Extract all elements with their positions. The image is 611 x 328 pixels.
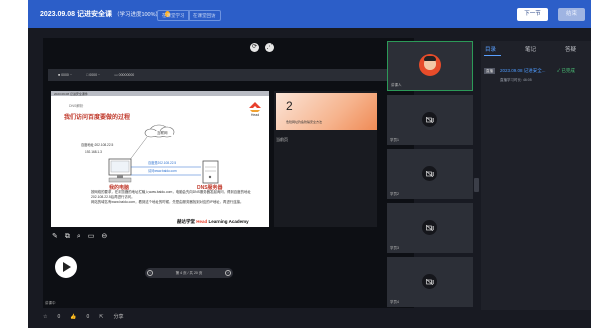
camera-off-icon [422,220,437,235]
end-button[interactable]: 结束 [558,8,585,21]
share-icon[interactable]: ⋰ [265,43,274,52]
participant-name: 学员4 [390,300,399,304]
live-duration: 直播学习时长: 46:05 [500,78,532,82]
bottom-bar: ☆ 0 👍 0 ⇱ 分享 [43,313,124,321]
search-icon[interactable]: ⌕ [77,233,81,241]
participant-tile[interactable]: 学员3 [387,203,473,253]
share-label[interactable]: 分享 [113,313,123,320]
participant-name: 学员1 [390,138,399,142]
right-panel: 目录 笔记 答疑 直播 2023.09.08 记进安全... ✓ 已完成 直播学… [481,41,591,310]
share-icon[interactable]: ⇱ [99,314,103,320]
participant-name: 学员2 [390,192,399,196]
lecture-slide: 2023.09.08 记进安全课件 DNS解析 我们访问百度要做的过程 Head… [51,91,269,227]
slide-paragraph-1: 按网络的要求，在浏览器的地址栏输入www.baidu.com，电脑会先向DNS服… [91,190,251,199]
live-badge: 直播 [484,68,495,74]
thumb-label: 当前页 [276,137,288,142]
copy-icon[interactable]: ⧉ [65,233,70,241]
live-session-link[interactable]: 2023.09.08 记进安全... [500,68,546,74]
ip-right-label: 百度是202.108.22.5 [148,160,176,165]
main-stage: ⟳ ⋰ ■ 0000 ·· □ 0000 ·· ▭ 00000000 2023.… [43,38,414,308]
dns-diagram: 互联网 百度地址:202.108.22.5 192.168.1.3 百度是202… [81,124,224,191]
star-icon[interactable]: ☆ [43,314,47,320]
annotation-tools: ✎ ⧉ ⌕ ▭ ⊖ [52,233,107,241]
strip-item[interactable]: ■ 0000 ·· [58,73,72,77]
stage-status: 讲课中 [45,301,56,305]
course-title: 2023.09.08 记进安全课 （学习进度100%） [40,9,170,19]
stage-controls: ⟳ ⋰ [250,43,274,52]
brand-sub: Learning Academy [208,219,249,224]
switch-view-icon[interactable]: ⟳ [250,43,259,52]
camera-off-icon [422,112,437,127]
progress-text: （学习进度100%） [113,12,162,18]
active-tab-indicator [484,55,501,56]
panel-collapse-handle[interactable] [474,178,479,192]
completed-status: ✓ 已完成 [557,68,575,73]
participant-name: 讲课人 [391,83,402,87]
share-count: 0 [86,313,90,320]
camera-off-icon [422,274,437,289]
computer-icon [108,158,132,183]
tab-qa[interactable]: 答疑 [565,45,576,53]
participant-name: 学员3 [390,246,399,250]
brand-text: Head [196,219,208,224]
thumbs-up-icon[interactable]: 👍 [70,314,76,320]
ip-top-label: 百度地址:202.108.22.5 [81,142,113,147]
slide-footer: 赫达学堂 Head Learning Academy [177,219,249,224]
minus-icon[interactable]: ⊖ [101,233,107,241]
app-window: 2023.09.08 记进安全课 （学习进度100%） 在课堂学习 在课堂回访 … [28,0,591,328]
participant-tile[interactable]: 学员1 [387,95,473,145]
next-page-icon[interactable]: › [225,270,231,276]
slide-thumbnail[interactable]: 2 危险网址钓鱼防骗安全方法 [276,93,377,130]
participant-tile[interactable]: 学员4 [387,257,473,307]
tab-classroom-study[interactable]: 在课堂学习 [157,10,190,21]
next-lesson-button[interactable]: 下一节 [517,8,548,21]
participant-tile[interactable]: 讲课人 [387,41,473,91]
screen-icon[interactable]: ▭ [88,233,95,241]
thumb-text: 危险网址钓鱼防骗安全方法 [286,120,323,124]
prev-page-icon[interactable]: ‹ [147,270,153,276]
pager-text: 第 4 页 / 共 20 页 [175,270,203,275]
thumb-number: 2 [286,99,293,113]
query-label: 请问www.baidu.com [148,168,177,173]
local-ip-label: 192.168.1.3 [85,150,102,154]
play-button[interactable] [55,256,77,278]
avatar [419,54,441,76]
strip-item[interactable]: □ 0000 ·· [86,73,100,77]
pen-icon[interactable]: ✎ [52,233,58,241]
tab-catalog[interactable]: 目录 [485,45,496,53]
cloud-label: 互联网 [157,130,168,135]
document-toolbar: ■ 0000 ·· □ 0000 ·· ▭ 00000000 [48,69,413,81]
strip-item[interactable]: ▭ 00000000 [114,73,134,77]
tab-classroom-replay[interactable]: 在课堂回访 [188,10,221,21]
like-count: 0 [57,313,61,320]
tab-notes[interactable]: 笔记 [525,45,536,53]
server-icon [202,160,219,184]
slide-thumbnail-panel: 2 危险网址钓鱼防骗安全方法 当前页 [274,91,377,227]
slide-paragraph-2: 网站的域名有www.baidu.com，看到这个地址的时候，先是由服务器找到对应… [91,200,244,204]
participant-tile[interactable]: 学员2 [387,149,473,199]
camera-off-icon [422,166,437,181]
top-bar: 2023.09.08 记进安全课 （学习进度100%） 在课堂学习 在课堂回访 … [28,0,591,28]
slide-pager: ‹ 第 4 页 / 共 20 页 › [145,268,233,278]
